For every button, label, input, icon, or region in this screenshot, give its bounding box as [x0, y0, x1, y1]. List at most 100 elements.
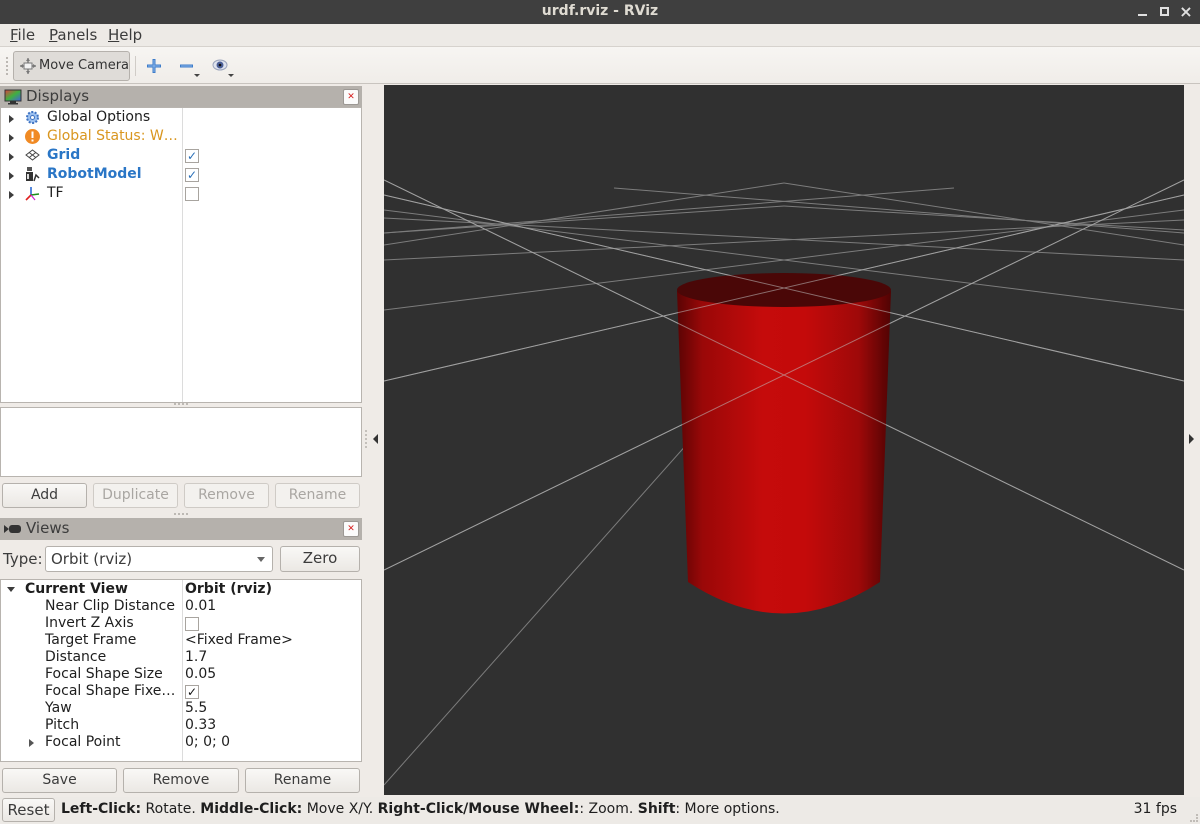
menu-file[interactable]: File	[10, 26, 35, 44]
rename-view-button[interactable]: Rename	[245, 768, 360, 793]
camera-icon	[4, 525, 21, 533]
property-name: Distance	[45, 649, 107, 665]
view-type-select[interactable]: Orbit (rviz)	[45, 546, 273, 572]
duplicate-display-button[interactable]: Duplicate	[93, 483, 178, 508]
render-viewport[interactable]	[384, 85, 1184, 795]
warning-icon	[25, 129, 40, 144]
plus-icon	[147, 59, 161, 73]
add-display-button[interactable]: Add	[2, 483, 87, 508]
menu-help-label: elp	[119, 26, 143, 44]
rename-display-button[interactable]: Rename	[275, 483, 360, 508]
view-properties-tree: Current View Orbit (rviz) Near Clip Dist…	[0, 579, 362, 762]
property-value[interactable]: 0.33	[185, 717, 216, 733]
property-value[interactable]: 0.01	[185, 598, 216, 614]
menu-panels-label: anels	[57, 26, 98, 44]
views-dock-title: Views ✕	[0, 518, 362, 540]
splitter-handle[interactable]	[174, 513, 188, 515]
close-button[interactable]: ×	[1178, 4, 1194, 20]
focal-shape-fixed-checkbox[interactable]: ✓	[185, 685, 199, 699]
view-type-value: Orbit (rviz)	[51, 550, 133, 568]
resize-grip[interactable]	[1190, 814, 1198, 822]
cylinder-top	[677, 273, 891, 307]
minimize-button[interactable]	[1135, 4, 1151, 20]
hint-key: Middle-Click:	[200, 801, 303, 817]
property-name: Pitch	[45, 717, 80, 733]
close-icon: ✕	[347, 92, 355, 102]
expand-arrow-icon[interactable]	[9, 153, 14, 161]
robotmodel-enabled-checkbox[interactable]: ✓	[185, 168, 199, 182]
view-type-label: Type:	[3, 550, 43, 568]
zero-button[interactable]: Zero	[280, 546, 360, 572]
tf-enabled-checkbox[interactable]	[185, 187, 199, 201]
property-value[interactable]: 0; 0; 0	[185, 734, 230, 750]
view-toggle-button[interactable]	[210, 55, 234, 77]
remove-tool-button[interactable]	[177, 55, 200, 77]
invert-z-checkbox[interactable]	[185, 617, 199, 631]
property-name: Yaw	[45, 700, 72, 716]
menu-bar: File Panels Help	[0, 24, 1200, 46]
splitter-handle[interactable]	[174, 403, 188, 405]
eye-icon	[212, 59, 234, 77]
displays-dock-title: Displays ✕	[0, 86, 362, 108]
scene-render	[384, 179, 1184, 786]
expand-arrow-icon[interactable]	[9, 172, 14, 180]
grid-enabled-checkbox[interactable]: ✓	[185, 149, 199, 163]
hint-text: Rotate.	[141, 801, 201, 817]
property-value[interactable]: <Fixed Frame>	[185, 632, 293, 648]
hint-key: Left-Click:	[61, 801, 142, 817]
remove-view-button[interactable]: Remove	[123, 768, 239, 793]
maximize-button[interactable]	[1157, 4, 1173, 20]
minimize-icon	[1138, 14, 1147, 16]
add-tool-button[interactable]	[143, 55, 165, 77]
property-value[interactable]: 5.5	[185, 700, 207, 716]
menu-help[interactable]: Help	[108, 26, 142, 44]
displays-close-button[interactable]: ✕	[343, 89, 359, 105]
status-bar: Reset Left-Click: Rotate. Middle-Click: …	[0, 797, 1200, 824]
display-item-global-status[interactable]: Global Status: W…	[1, 128, 361, 147]
move-camera-button[interactable]: Move Camera	[13, 51, 130, 81]
hint-key: Shift	[637, 801, 676, 817]
display-description-panel	[0, 407, 362, 477]
collapse-right-dock-button[interactable]	[1189, 434, 1194, 444]
grid-icon	[25, 149, 40, 161]
property-value[interactable]: 1.7	[185, 649, 207, 665]
move-camera-icon	[20, 58, 36, 74]
toolbar-separator	[135, 56, 136, 76]
display-item-label: Global Options	[47, 109, 151, 125]
expand-arrow-icon[interactable]	[9, 115, 14, 123]
menu-file-label: ile	[17, 26, 36, 44]
hint-text: : Zoom.	[579, 801, 638, 817]
status-hint: Left-Click: Rotate. Middle-Click: Move X…	[61, 801, 780, 817]
remove-display-button[interactable]: Remove	[184, 483, 269, 508]
views-title: Views	[26, 519, 70, 537]
display-item-tf[interactable]: TF	[1, 185, 361, 204]
toolbar-grip[interactable]	[6, 57, 8, 75]
move-camera-label: Move Camera	[39, 58, 130, 73]
display-item-global-options[interactable]: Global Options	[1, 109, 361, 128]
chevron-down-icon	[257, 557, 265, 562]
save-view-button[interactable]: Save	[2, 768, 117, 793]
expand-arrow-icon[interactable]	[29, 739, 34, 747]
display-item-label: Global Status: W…	[47, 128, 178, 144]
axes-icon	[25, 187, 40, 201]
views-close-button[interactable]: ✕	[343, 521, 359, 537]
property-value[interactable]: 0.05	[185, 666, 216, 682]
display-item-grid[interactable]: Grid ✓	[1, 147, 361, 166]
window-title: urdf.rviz - RViz	[541, 3, 659, 19]
expand-arrow-icon[interactable]	[9, 134, 14, 142]
display-item-robotmodel[interactable]: RobotModel ✓	[1, 166, 361, 185]
hint-text: : More options.	[675, 801, 780, 817]
window-titlebar: urdf.rviz - RViz ×	[0, 0, 1200, 24]
splitter-handle[interactable]	[365, 430, 367, 448]
expand-arrow-icon[interactable]	[9, 191, 14, 199]
property-name: Invert Z Axis	[45, 615, 134, 631]
hint-key: Right-Click/Mouse Wheel:	[377, 801, 580, 817]
property-row-focal-point[interactable]: Focal Point 0; 0; 0	[1, 733, 361, 752]
robot-icon	[26, 167, 40, 182]
collapse-left-dock-button[interactable]	[373, 434, 378, 444]
reset-button[interactable]: Reset	[2, 798, 55, 822]
menu-panels[interactable]: Panels	[49, 26, 97, 44]
displays-title: Displays	[26, 87, 90, 105]
cylinder-object	[677, 273, 891, 614]
collapse-arrow-icon[interactable]	[7, 587, 15, 592]
